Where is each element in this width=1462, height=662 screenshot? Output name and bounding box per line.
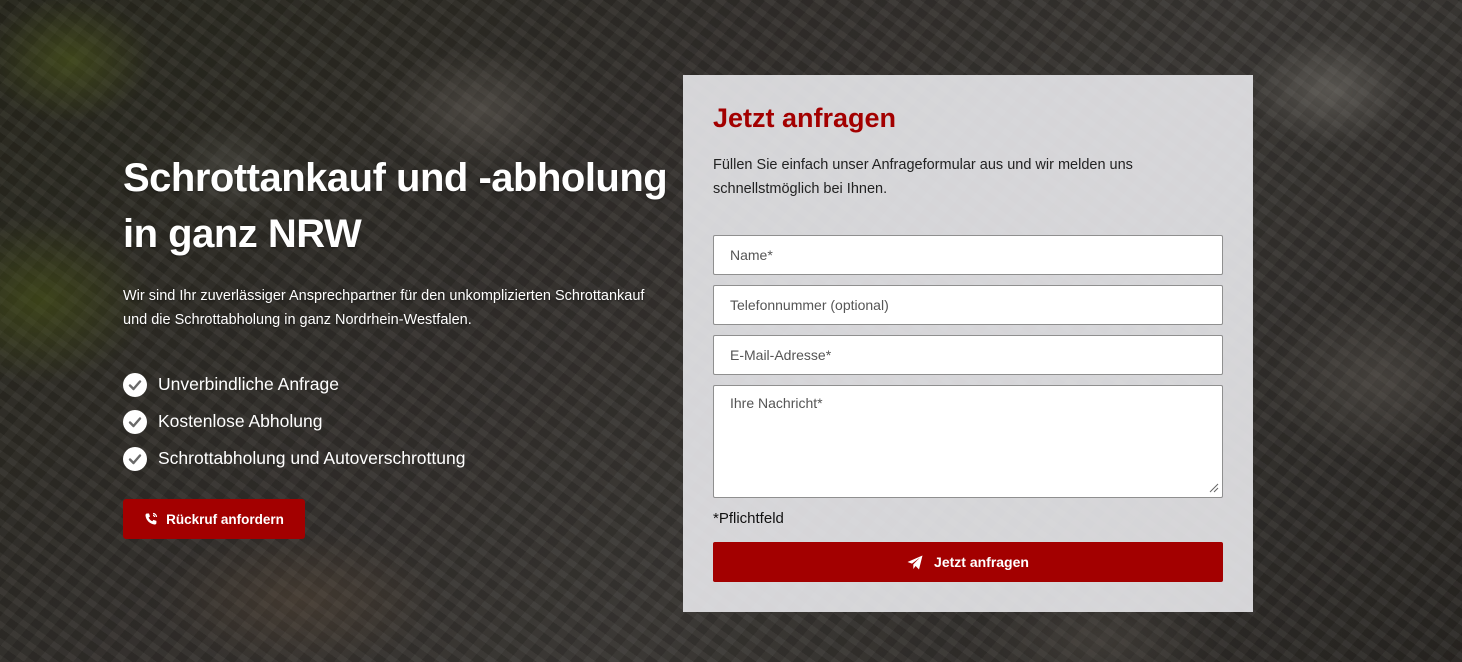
hero-title: Schrottankauf und -abholung in ganz NRW xyxy=(123,150,683,262)
name-input[interactable] xyxy=(713,235,1223,275)
check-circle-icon xyxy=(123,409,147,434)
feature-label: Schrottabholung und Autoverschrottung xyxy=(158,448,466,468)
feature-label: Unverbindliche Anfrage xyxy=(158,374,339,394)
phone-input[interactable] xyxy=(713,285,1223,325)
submit-button-label: Jetzt anfragen xyxy=(934,554,1029,570)
paper-plane-icon xyxy=(907,555,923,569)
inquiry-form-panel: Jetzt anfragen Füllen Sie einfach unser … xyxy=(683,75,1253,612)
resize-handle-icon[interactable] xyxy=(1209,483,1219,493)
callback-request-button[interactable]: Rückruf anfordern xyxy=(123,499,305,539)
hero-subtitle: Wir sind Ihr zuverlässiger Ansprechpartn… xyxy=(123,288,645,328)
callback-button-label: Rückruf anfordern xyxy=(166,511,284,527)
form-intro: Füllen Sie einfach unser Anfrageformular… xyxy=(713,157,1133,197)
email-input[interactable] xyxy=(713,335,1223,375)
feature-item: Kostenlose Abholung xyxy=(123,403,683,440)
hero-title-line2: in ganz NRW xyxy=(123,212,362,256)
required-field-note: *Pflichtfeld xyxy=(713,510,784,527)
feature-item: Schrottabholung und Autoverschrottung xyxy=(123,440,683,477)
feature-list: Unverbindliche Anfrage Kostenlose Abholu… xyxy=(123,366,683,477)
check-circle-icon xyxy=(123,446,147,471)
feature-item: Unverbindliche Anfrage xyxy=(123,366,683,403)
form-title: Jetzt anfragen xyxy=(713,103,897,133)
hero-content: Schrottankauf und -abholung in ganz NRW … xyxy=(123,150,683,539)
hero-title-line1: Schrottankauf und -abholung xyxy=(123,156,668,200)
check-circle-icon xyxy=(123,372,147,397)
phone-icon xyxy=(145,512,158,525)
message-textarea[interactable] xyxy=(713,385,1223,498)
submit-inquiry-button[interactable]: Jetzt anfragen xyxy=(713,542,1223,582)
feature-label: Kostenlose Abholung xyxy=(158,411,323,431)
